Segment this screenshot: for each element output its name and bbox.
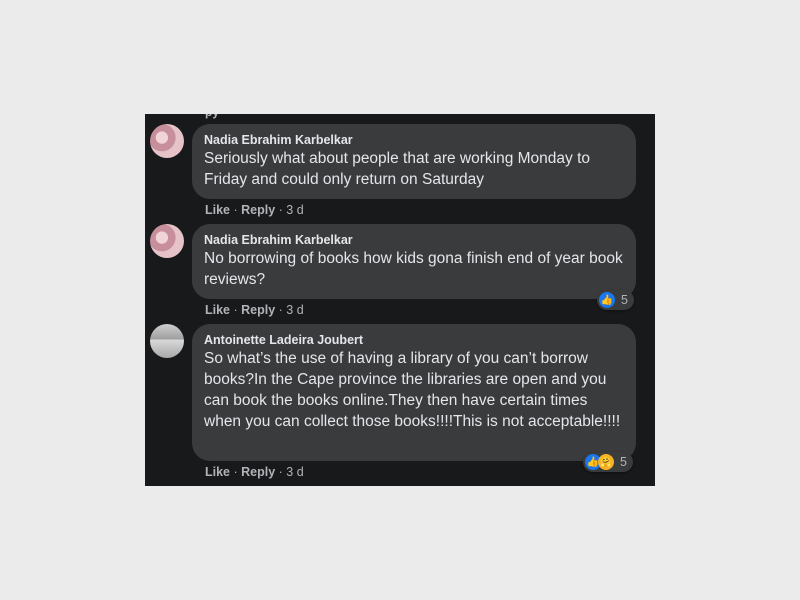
like-button[interactable]: Like xyxy=(205,203,230,217)
separator: · xyxy=(275,303,287,317)
avatar[interactable] xyxy=(150,224,184,258)
cutoff-text: py xyxy=(205,114,219,119)
separator: · xyxy=(275,203,287,217)
reply-button[interactable]: Reply xyxy=(241,465,275,479)
separator: · xyxy=(230,203,242,217)
comment-bubble: Nadia Ebrahim Karbelkar No borrowing of … xyxy=(192,224,636,299)
reaction-count: 5 xyxy=(620,455,627,469)
comment-author[interactable]: Nadia Ebrahim Karbelkar xyxy=(204,232,624,248)
comment-text: No borrowing of books how kids gona fini… xyxy=(204,250,623,288)
comment-age[interactable]: 3 d xyxy=(286,465,303,479)
separator: · xyxy=(230,303,242,317)
comment-text: Seriously what about people that are wor… xyxy=(204,150,591,188)
comment-age[interactable]: 3 d xyxy=(286,303,303,317)
comment-author[interactable]: Nadia Ebrahim Karbelkar xyxy=(204,132,624,148)
comment-text: So what’s the use of having a library of… xyxy=(204,350,621,430)
comment-author[interactable]: Antoinette Ladeira Joubert xyxy=(204,332,624,348)
care-icon: 🤗 xyxy=(598,454,614,470)
reply-button[interactable]: Reply xyxy=(241,303,275,317)
reaction-summary[interactable]: 👍 5 xyxy=(597,290,634,310)
comment-actions: Like · Reply · 3 d xyxy=(205,302,304,318)
avatar[interactable] xyxy=(150,324,184,358)
like-button[interactable]: Like xyxy=(205,303,230,317)
comment-actions: Like · Reply · 3 d xyxy=(205,464,304,480)
reply-button[interactable]: Reply xyxy=(241,203,275,217)
avatar[interactable] xyxy=(150,124,184,158)
comment-bubble: Nadia Ebrahim Karbelkar Seriously what a… xyxy=(192,124,636,199)
comment-bubble: Antoinette Ladeira Joubert So what’s the… xyxy=(192,324,636,461)
comment-actions: Like · Reply · 3 d xyxy=(205,202,304,218)
reaction-summary[interactable]: 👍 🤗 5 xyxy=(583,452,633,472)
comments-panel: py Nadia Ebrahim Karbelkar Seriously wha… xyxy=(145,114,655,486)
like-button[interactable]: Like xyxy=(205,465,230,479)
separator: · xyxy=(275,465,287,479)
reaction-count: 5 xyxy=(621,293,628,307)
comment-age[interactable]: 3 d xyxy=(286,203,303,217)
separator: · xyxy=(230,465,242,479)
like-icon: 👍 xyxy=(599,292,615,308)
